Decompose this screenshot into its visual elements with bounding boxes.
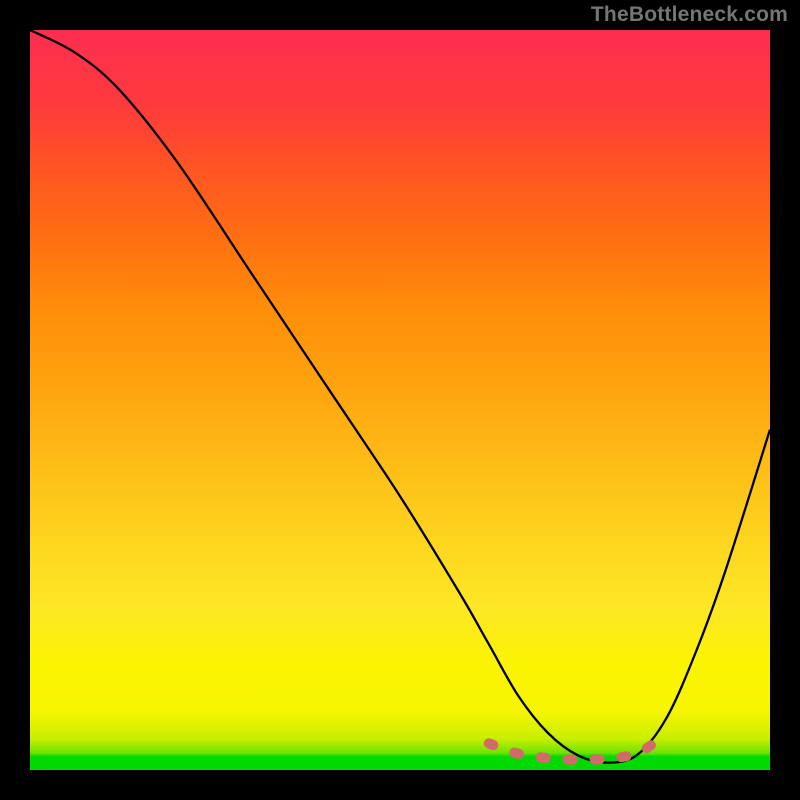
watermark-text: TheBottleneck.com [591, 3, 788, 27]
plot-gradient-background [30, 30, 770, 770]
chart-container: TheBottleneck.com [0, 0, 800, 800]
